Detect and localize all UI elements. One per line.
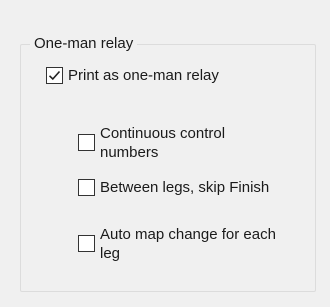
checkmark-icon <box>48 70 61 81</box>
print-as-relay-option[interactable]: Print as one-man relay <box>46 66 219 85</box>
auto-map-change-checkbox[interactable] <box>78 235 95 252</box>
print-as-relay-label[interactable]: Print as one-man relay <box>68 66 219 85</box>
continuous-control-numbers-label[interactable]: Continuous control numbers <box>100 124 270 162</box>
continuous-control-numbers-checkbox[interactable] <box>78 134 95 151</box>
print-as-relay-checkbox[interactable] <box>46 67 63 84</box>
auto-map-change-option[interactable]: Auto map change for each leg <box>78 225 280 263</box>
skip-finish-checkbox[interactable] <box>78 179 95 196</box>
skip-finish-option[interactable]: Between legs, skip Finish <box>78 178 269 197</box>
groupbox-title: One-man relay <box>30 34 138 54</box>
continuous-control-numbers-option[interactable]: Continuous control numbers <box>78 124 270 162</box>
options-panel: One-man relay Print as one-man relay Con… <box>0 0 330 307</box>
auto-map-change-label[interactable]: Auto map change for each leg <box>100 225 280 263</box>
skip-finish-label[interactable]: Between legs, skip Finish <box>100 178 269 197</box>
